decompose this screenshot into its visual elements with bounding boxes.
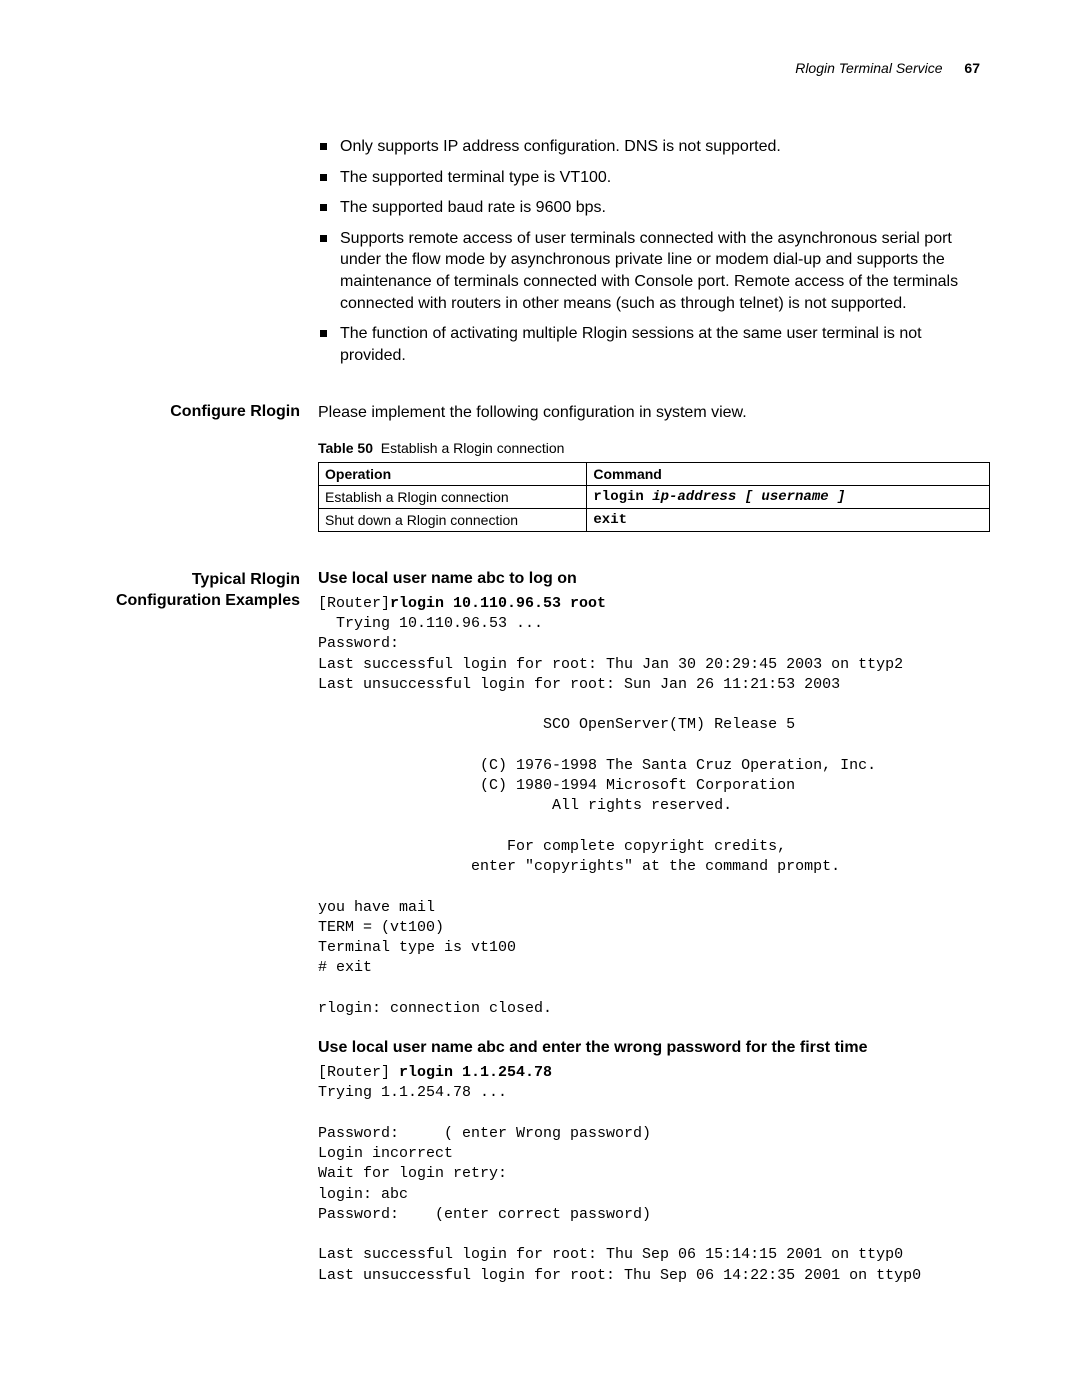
- prompt: [Router]: [318, 1064, 399, 1081]
- table-caption: Table 50 Establish a Rlogin connection: [318, 440, 990, 456]
- example1-title: Use local user name abc to log on: [318, 570, 990, 588]
- example2-code: [Router] rlogin 1.1.254.78 Trying 1.1.25…: [318, 1063, 990, 1286]
- example1-code: [Router]rlogin 10.110.96.53 root Trying …: [318, 594, 990, 1019]
- feature-bullet-list: Only supports IP address configuration. …: [318, 136, 990, 366]
- table-row: Establish a Rlogin connection rlogin ip-…: [319, 485, 990, 508]
- table-row: Shut down a Rlogin connection exit: [319, 508, 990, 531]
- examples-label: Typical Rlogin Configuration Examples: [100, 570, 318, 612]
- command-text: rlogin 10.110.96.53 root: [390, 595, 606, 612]
- page-number: 67: [964, 60, 980, 76]
- cmd-cell: rlogin ip-address [ username ]: [587, 485, 990, 508]
- table-header-row: Operation Command: [319, 462, 990, 485]
- list-item: The function of activating multiple Rlog…: [318, 323, 990, 366]
- col-command: Command: [587, 462, 990, 485]
- list-item: Supports remote access of user terminals…: [318, 228, 990, 314]
- terminal-output: Trying 10.110.96.53 ... Password: Last s…: [318, 615, 903, 1017]
- cmd-keyword: rlogin: [593, 489, 652, 505]
- configure-intro: Please implement the following configura…: [318, 402, 990, 424]
- list-item: The supported baud rate is 9600 bps.: [318, 197, 990, 219]
- op-cell: Establish a Rlogin connection: [319, 485, 587, 508]
- example2-title: Use local user name abc and enter the wr…: [318, 1039, 990, 1057]
- header-title: Rlogin Terminal Service: [795, 60, 942, 76]
- page: Rlogin Terminal Service 67 Only supports…: [0, 0, 1080, 1346]
- table-title: Establish a Rlogin connection: [381, 440, 565, 456]
- cmd-keyword: exit: [593, 512, 627, 528]
- running-header: Rlogin Terminal Service 67: [100, 60, 990, 76]
- col-operation: Operation: [319, 462, 587, 485]
- prompt: [Router]: [318, 595, 390, 612]
- terminal-output: Trying 1.1.254.78 ... Password: ( enter …: [318, 1084, 921, 1283]
- cmd-cell: exit: [587, 508, 990, 531]
- command-text: rlogin 1.1.254.78: [399, 1064, 552, 1081]
- list-item: Only supports IP address configuration. …: [318, 136, 990, 158]
- cmd-args: ip-address [ username ]: [652, 489, 845, 505]
- command-table: Operation Command Establish a Rlogin con…: [318, 462, 990, 532]
- op-cell: Shut down a Rlogin connection: [319, 508, 587, 531]
- table-number: Table 50: [318, 440, 373, 456]
- configure-rlogin-label: Configure Rlogin: [100, 402, 318, 423]
- list-item: The supported terminal type is VT100.: [318, 167, 990, 189]
